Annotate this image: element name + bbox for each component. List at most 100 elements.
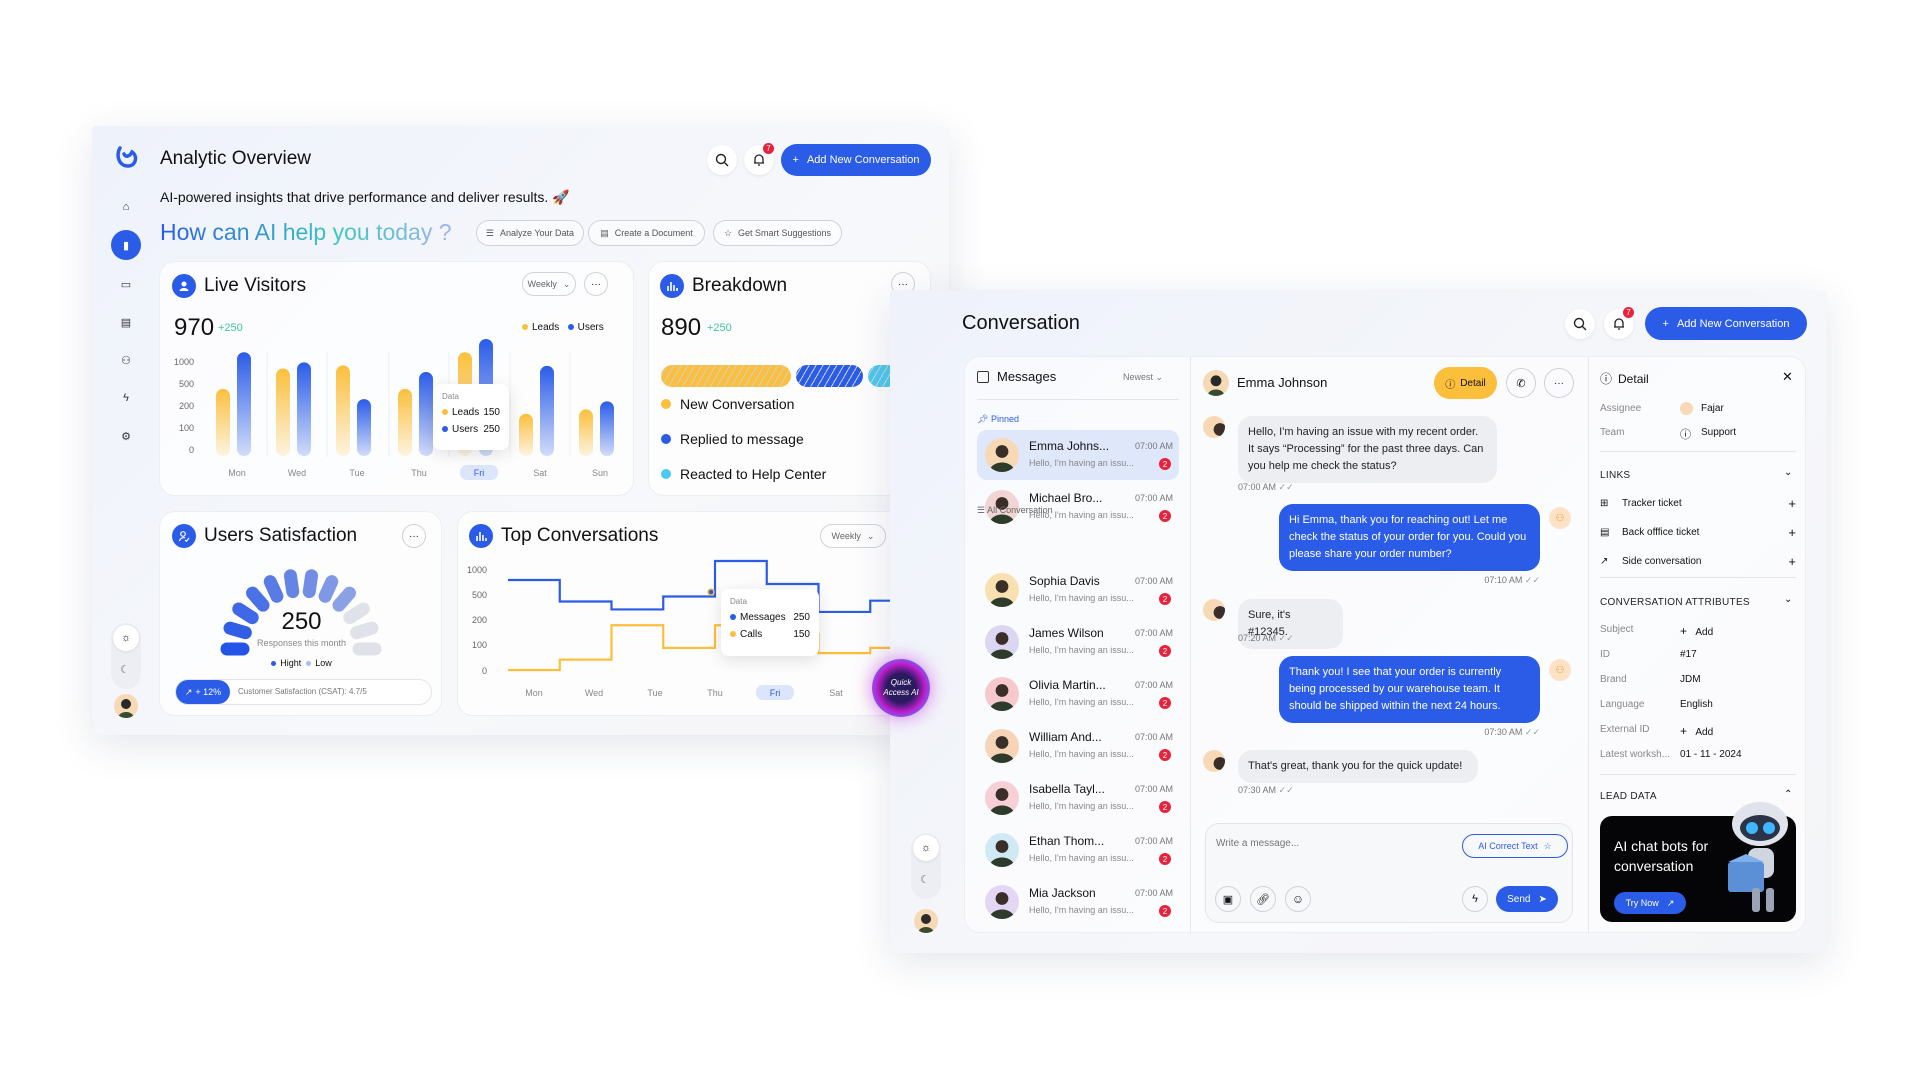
bar-leads (579, 409, 593, 456)
moon-icon[interactable]: ☾ (920, 873, 930, 886)
breakdown-row: New Conversation450 (661, 393, 920, 414)
bar-leads (519, 413, 533, 456)
attach-image-button[interactable]: ▣ (1215, 886, 1241, 912)
detail-button[interactable]: ⓘ Detail (1434, 367, 1497, 399)
sidebar-item-users[interactable]: ⚇ (116, 350, 136, 370)
add-new-conversation-button[interactable]: + Add New Conversation (1645, 307, 1807, 340)
ai-correct-text-button[interactable]: AI Correct Text ☆ (1462, 834, 1568, 858)
suggestion-chip[interactable]: ▤ Create a Document (588, 220, 705, 246)
contact-avatar (985, 781, 1019, 815)
unread-badge: 2 (1159, 801, 1171, 813)
call-button[interactable]: ✆ (1506, 368, 1536, 398)
chevron-down-icon[interactable]: ⌄ (1784, 594, 1792, 605)
time-text: 07:00 AM (1238, 482, 1277, 492)
more-options-button[interactable]: ··· (1544, 368, 1574, 398)
close-icon[interactable]: ✕ (1782, 369, 1793, 385)
attribute-value-text: JDM (1680, 674, 1701, 685)
messages-list: Messages Newest ⌄ 📌︎ Pinned Emma Johns..… (965, 357, 1191, 934)
sidebar-item-settings[interactable]: ⚙ (116, 426, 136, 446)
satisfaction-gauge (220, 569, 382, 656)
sidebar-item-home[interactable]: ⌂ (116, 197, 136, 217)
outgoing-message: Thank you! I see that your order is curr… (1279, 656, 1540, 723)
search-button[interactable] (1565, 309, 1595, 339)
theme-toggle[interactable]: ☼ ☾ (111, 623, 141, 689)
breakdown-bar (661, 365, 920, 387)
unread-badge: 2 (1159, 905, 1171, 917)
link-item[interactable]: ↗ Side conversation + (1600, 554, 1796, 569)
bell-icon (1614, 318, 1624, 330)
conversation-list-item[interactable]: Olivia Martin... 07:00 AM Hello, I'm hav… (977, 669, 1179, 719)
message-timestamp: 07:30 AM ✓✓ (1470, 727, 1540, 738)
sidebar-item-bolt[interactable]: ϟ (116, 388, 136, 408)
notifications-button[interactable]: 7 (744, 143, 774, 175)
sidebar-item-message[interactable]: ▭ (116, 274, 136, 294)
theme-toggle[interactable]: ☼ ☾ (911, 833, 941, 899)
sidebar-toggle-icon[interactable] (977, 370, 989, 383)
sidebar-item-chart[interactable]: ▮ (111, 230, 141, 260)
contact-avatar (1203, 599, 1225, 621)
image-icon: ▣ (1222, 893, 1234, 906)
conversation-list-item[interactable]: Sophia Davis 07:00 AM Hello, I'm having … (977, 565, 1179, 615)
search-button[interactable] (707, 145, 737, 175)
bar-leads (398, 388, 412, 456)
conversation-list-item[interactable]: Ethan Thom... 07:00 AM Hello, I'm having… (977, 825, 1179, 875)
read-receipt-icon: ✓✓ (1278, 633, 1294, 643)
satisfaction-value: 250 (281, 608, 322, 635)
plus-icon[interactable]: + (1788, 496, 1796, 511)
plus-icon[interactable]: + (1788, 525, 1796, 540)
tooltip-value: 250 (483, 424, 500, 435)
message-input[interactable] (1216, 838, 1406, 849)
unread-badge: 2 (1159, 458, 1171, 470)
contact-name: Sophia Davis (1029, 574, 1100, 588)
sort-dropdown[interactable]: Newest ⌄ (1123, 372, 1163, 383)
suggestion-chip[interactable]: ☆ Get Smart Suggestions (713, 220, 842, 246)
link-item[interactable]: ▤ Back offfice ticket + (1600, 525, 1796, 540)
team-value[interactable]: Support (1701, 427, 1736, 438)
conversation-list-item[interactable]: William And... 07:00 AM Hello, I'm havin… (977, 721, 1179, 771)
message-time: 07:00 AM (1135, 493, 1174, 503)
assignee-value[interactable]: Fajar (1701, 403, 1724, 414)
link-label: Tracker ticket (1622, 498, 1682, 509)
conversation-list-item[interactable]: James Wilson 07:00 AM Hello, I'm having … (977, 617, 1179, 667)
emoji-button[interactable]: ☺ (1285, 886, 1311, 912)
try-now-button[interactable]: Try Now ↗ (1614, 892, 1686, 914)
arrow-up-right-icon: ↗ (1666, 897, 1675, 908)
users-satisfaction-card: Users Satisfaction ··· 250 Responses thi… (159, 511, 442, 716)
hover-point (707, 588, 715, 596)
tooltip-title: Data (442, 392, 459, 401)
unread-badge: 2 (1159, 697, 1171, 709)
send-button[interactable]: Send ➤ (1496, 886, 1558, 912)
link-item[interactable]: ⊞ Tracker ticket + (1600, 496, 1796, 511)
breakdown-label: New Conversation (680, 395, 795, 412)
attribute-value[interactable]: + Add (1680, 724, 1713, 738)
conversation-list-item[interactable]: Emma Johns... 07:00 AM Hello, I'm having… (977, 430, 1179, 480)
moon-icon[interactable]: ☾ (120, 663, 130, 676)
x-tick-label: Fri (474, 468, 485, 478)
y-tick-label: 1000 (174, 357, 194, 367)
quick-access-ai-button[interactable]: Quick Access AI (872, 659, 930, 717)
tooltip-title: Data (730, 597, 747, 606)
quick-action-button[interactable]: ϟ (1462, 886, 1488, 912)
message-time: 07:00 AM (1135, 836, 1174, 846)
add-new-conversation-button[interactable]: + Add New Conversation (781, 144, 931, 176)
notification-badge: 7 (763, 143, 774, 154)
conversation-list-item[interactable]: Mia Jackson 07:00 AM Hello, I'm having a… (977, 877, 1179, 927)
try-now-label: Try Now (1625, 898, 1659, 908)
breakdown-row: Replied to message230 (661, 428, 920, 449)
unread-badge: 2 (1159, 593, 1171, 605)
plus-icon[interactable]: + (1788, 554, 1796, 569)
user-avatar[interactable] (914, 909, 938, 933)
attach-link-button[interactable]: 🔗︎ (1250, 886, 1276, 912)
conversation-list-item[interactable]: Isabella Tayl... 07:00 AM Hello, I'm hav… (977, 773, 1179, 823)
suggestion-chip[interactable]: ☰ Analyze Your Data (476, 220, 584, 246)
light-mode-button[interactable]: ☼ (113, 625, 139, 651)
light-mode-button[interactable]: ☼ (913, 835, 939, 861)
tree-icon: ⊞ (1600, 498, 1609, 509)
sidebar-item-report[interactable]: ▤ (116, 312, 136, 332)
attribute-value[interactable]: + Add (1680, 624, 1713, 638)
all-conversation-label: ☰ All Conversation (977, 505, 1053, 516)
chevron-down-icon[interactable]: ⌄ (1784, 467, 1792, 478)
user-avatar[interactable] (114, 694, 138, 718)
breakdown-card: Breakdown ··· 890 +250 New Conversation4… (648, 261, 931, 496)
notifications-button[interactable]: 7 (1604, 307, 1634, 339)
